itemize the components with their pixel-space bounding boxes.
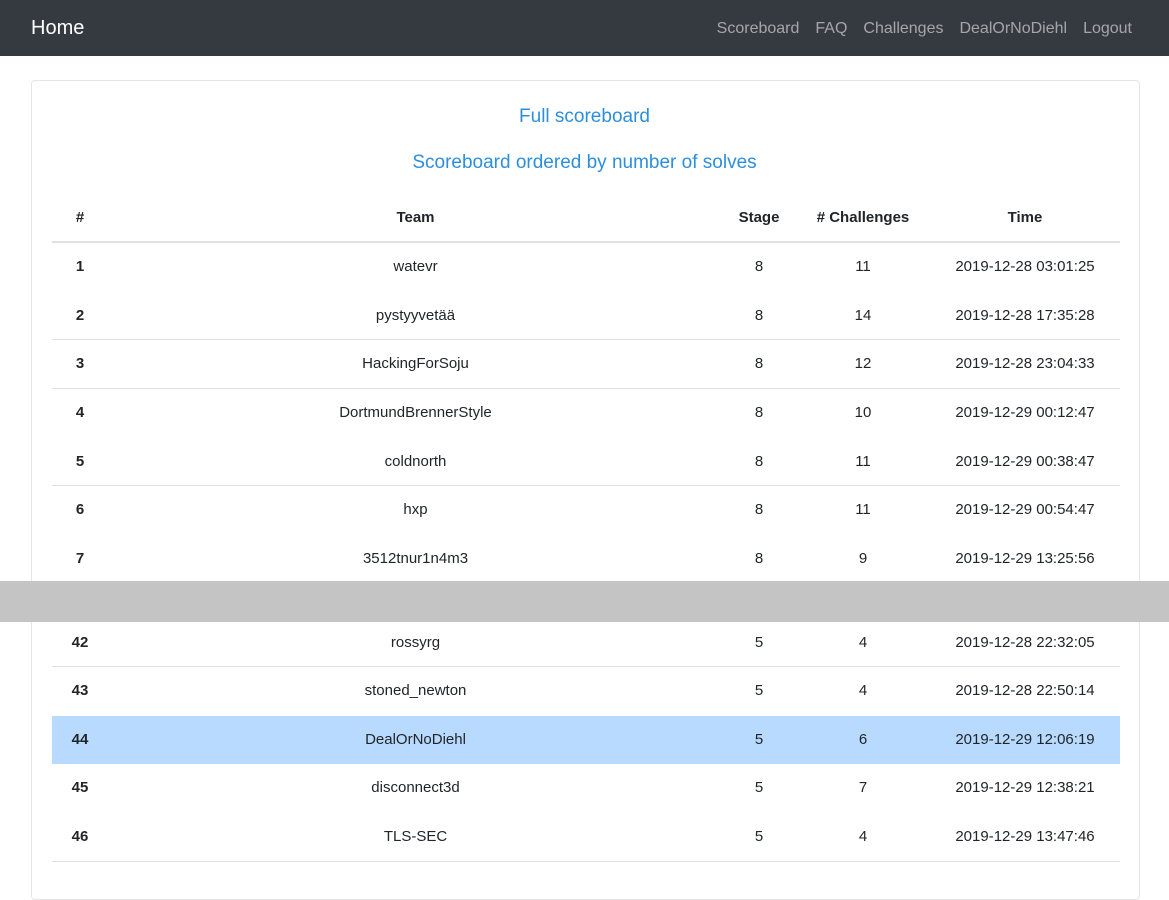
row-stage: 8 — [754, 501, 764, 518]
row-rank: 44 — [71, 731, 89, 748]
table-row: 4 DortmundBrennerStyle 8 10 2019-12-29 0… — [52, 388, 1120, 437]
row-stage: 5 — [754, 634, 764, 651]
brand-home-link[interactable]: Home — [31, 16, 84, 40]
row-time: 2019-12-29 13:47:46 — [955, 828, 1095, 845]
row-time: 2019-12-29 00:12:47 — [955, 404, 1095, 421]
row-time: 2019-12-28 03:01:25 — [955, 258, 1095, 275]
row-rank: 42 — [71, 634, 89, 651]
row-stage: 8 — [754, 453, 764, 470]
row-time: 2019-12-29 00:38:47 — [955, 453, 1095, 470]
row-challenges: 12 — [854, 355, 872, 372]
row-rank: 45 — [71, 779, 89, 796]
nav-links: Scoreboard FAQ Challenges DealOrNoDiehl … — [701, 19, 1132, 39]
table-row: 45 disconnect3d 5 7 2019-12-29 12:38:21 — [52, 764, 1120, 812]
table-row: 46 TLS-SEC 5 4 2019-12-29 13:47:46 — [52, 813, 1120, 862]
table-row: 1 watevr 8 11 2019-12-28 03:01:25 — [52, 243, 1120, 291]
header-team: Team — [396, 209, 435, 226]
nav-logout[interactable]: Logout — [1083, 19, 1132, 39]
row-stage: 5 — [754, 682, 764, 699]
row-challenges: 4 — [858, 828, 868, 845]
ordered-scoreboard-link[interactable]: Scoreboard ordered by number of solves — [0, 152, 1169, 174]
nav-scoreboard[interactable]: Scoreboard — [717, 19, 800, 39]
header-time: Time — [1007, 209, 1043, 226]
full-scoreboard-link[interactable]: Full scoreboard — [0, 106, 1169, 128]
table-row: 2 pystyyvetää 8 14 2019-12-28 17:35:28 — [52, 292, 1120, 340]
row-challenges: 4 — [858, 634, 868, 651]
header-rank: # — [75, 209, 85, 226]
row-rank: 7 — [75, 550, 85, 567]
row-team: stoned_newton — [364, 682, 467, 699]
row-time: 2019-12-28 22:32:05 — [955, 634, 1095, 651]
table-row: 3 HackingForSoju 8 12 2019-12-28 23:04:3… — [52, 339, 1120, 388]
row-rank: 46 — [71, 828, 89, 845]
table-row: 6 hxp 8 11 2019-12-29 00:54:47 — [52, 485, 1120, 534]
row-team: rossyrg — [390, 634, 441, 651]
table-row: 5 coldnorth 8 11 2019-12-29 00:38:47 — [52, 438, 1120, 486]
row-time: 2019-12-28 22:50:14 — [955, 682, 1095, 699]
header-stage: Stage — [738, 209, 780, 226]
row-stage: 5 — [754, 779, 764, 796]
row-time: 2019-12-29 13:25:56 — [955, 550, 1095, 567]
row-stage: 8 — [754, 550, 764, 567]
row-team: TLS-SEC — [383, 828, 448, 845]
row-rank: 43 — [71, 682, 89, 699]
row-challenges: 7 — [858, 779, 868, 796]
row-stage: 5 — [754, 731, 764, 748]
screenshot-gap-divider — [0, 581, 1169, 622]
row-time: 2019-12-29 12:06:19 — [955, 731, 1095, 748]
row-rank: 2 — [75, 307, 85, 324]
row-team: HackingForSoju — [362, 355, 469, 372]
row-challenges: 9 — [858, 550, 868, 567]
row-time: 2019-12-28 23:04:33 — [955, 355, 1095, 372]
row-rank: 3 — [75, 355, 85, 372]
row-rank: 1 — [75, 258, 85, 275]
header-challenges: # Challenges — [816, 209, 910, 226]
row-stage: 8 — [754, 307, 764, 324]
row-stage: 8 — [754, 355, 764, 372]
table-row-current-team: 44 DealOrNoDiehl 5 6 2019-12-29 12:06:19 — [52, 716, 1120, 764]
table-row: 42 rossyrg 5 4 2019-12-28 22:32:05 — [52, 619, 1120, 667]
row-rank: 4 — [75, 404, 85, 421]
row-time: 2019-12-28 17:35:28 — [955, 307, 1095, 324]
table-row: 7 3512tnur1n4m3 8 9 2019-12-29 13:25:56 — [52, 535, 1120, 583]
row-rank: 5 — [75, 453, 85, 470]
navbar: Home Scoreboard FAQ Challenges DealOrNoD… — [0, 0, 1169, 56]
row-team: DealOrNoDiehl — [365, 731, 466, 748]
row-challenges: 4 — [858, 682, 868, 699]
row-stage: 5 — [754, 828, 764, 845]
row-challenges: 14 — [854, 307, 872, 324]
row-team: hxp — [403, 501, 428, 518]
row-stage: 8 — [754, 258, 764, 275]
row-team: 3512tnur1n4m3 — [362, 550, 469, 567]
nav-challenges[interactable]: Challenges — [863, 19, 943, 39]
row-time: 2019-12-29 12:38:21 — [955, 779, 1095, 796]
row-stage: 8 — [754, 404, 764, 421]
row-team: coldnorth — [384, 453, 447, 470]
row-team: watevr — [393, 258, 438, 275]
row-challenges: 11 — [855, 258, 871, 275]
nav-faq[interactable]: FAQ — [815, 19, 847, 39]
row-team: pystyyvetää — [375, 307, 456, 324]
row-team: DortmundBrennerStyle — [339, 404, 492, 421]
row-challenges: 11 — [855, 501, 871, 518]
table-row: 43 stoned_newton 5 4 2019-12-28 22:50:14 — [52, 666, 1120, 715]
row-challenges: 10 — [854, 404, 872, 421]
nav-team[interactable]: DealOrNoDiehl — [959, 19, 1067, 39]
row-challenges: 6 — [858, 731, 868, 748]
row-team: disconnect3d — [371, 779, 460, 796]
row-time: 2019-12-29 00:54:47 — [955, 501, 1095, 518]
row-challenges: 11 — [855, 453, 871, 470]
row-rank: 6 — [75, 501, 85, 518]
